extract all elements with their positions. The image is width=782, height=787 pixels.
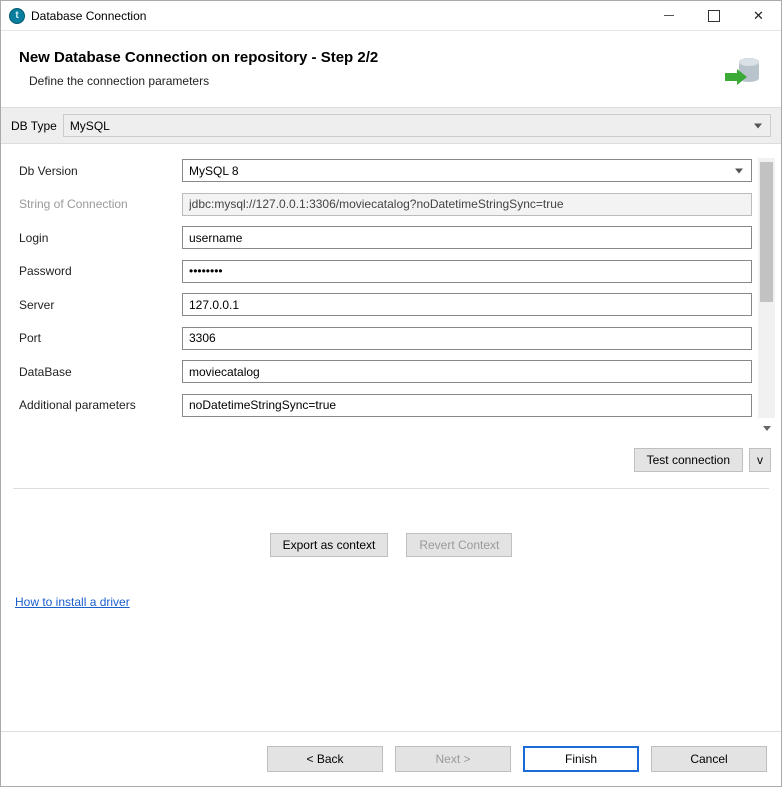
app-icon: t bbox=[9, 8, 25, 24]
password-field[interactable] bbox=[182, 260, 752, 283]
form-area: Db Version MySQL 8 String of Connection … bbox=[1, 144, 781, 430]
password-label: Password bbox=[19, 264, 174, 278]
test-connection-button[interactable]: Test connection bbox=[634, 448, 743, 472]
server-field[interactable] bbox=[182, 293, 752, 316]
test-connection-row: Test connection v bbox=[1, 430, 781, 480]
server-label: Server bbox=[19, 298, 174, 312]
wizard-footer: < Back Next > Finish Cancel bbox=[1, 731, 781, 786]
login-label: Login bbox=[19, 231, 174, 245]
scrollbar-thumb[interactable] bbox=[760, 162, 773, 302]
db-version-value: MySQL 8 bbox=[189, 164, 239, 178]
port-field[interactable] bbox=[182, 327, 752, 350]
db-version-select[interactable]: MySQL 8 bbox=[182, 159, 752, 182]
test-connection-menu-button[interactable]: v bbox=[749, 448, 771, 472]
export-context-button[interactable]: Export as context bbox=[270, 533, 389, 557]
next-button[interactable]: Next > bbox=[395, 746, 511, 772]
divider bbox=[13, 488, 769, 489]
db-type-select[interactable]: MySQL bbox=[63, 114, 771, 137]
db-type-value: MySQL bbox=[70, 119, 110, 133]
install-driver-link[interactable]: How to install a driver bbox=[15, 595, 130, 609]
db-type-label: DB Type bbox=[11, 119, 57, 133]
scrollbar-down-icon[interactable] bbox=[758, 420, 775, 436]
page-subtitle: Define the connection parameters bbox=[19, 74, 721, 88]
login-field[interactable] bbox=[182, 226, 752, 249]
port-label: Port bbox=[19, 331, 174, 345]
back-button[interactable]: < Back bbox=[267, 746, 383, 772]
db-version-label: Db Version bbox=[19, 164, 174, 178]
connection-string-label: String of Connection bbox=[19, 197, 174, 211]
finish-button[interactable]: Finish bbox=[523, 746, 639, 772]
context-row: Export as context Revert Context bbox=[1, 497, 781, 587]
database-icon bbox=[721, 49, 763, 91]
wizard-header: New Database Connection on repository - … bbox=[1, 31, 781, 107]
window-title: Database Connection bbox=[31, 9, 646, 23]
maximize-button[interactable] bbox=[691, 1, 736, 30]
titlebar: t Database Connection bbox=[1, 1, 781, 31]
db-type-row: DB Type MySQL bbox=[1, 107, 781, 144]
window-controls bbox=[646, 1, 781, 30]
page-title: New Database Connection on repository - … bbox=[19, 49, 721, 66]
link-row: How to install a driver bbox=[1, 587, 781, 639]
database-field[interactable] bbox=[182, 360, 752, 383]
database-label: DataBase bbox=[19, 365, 174, 379]
close-button[interactable] bbox=[736, 1, 781, 30]
connection-string-field bbox=[182, 193, 752, 216]
cancel-button[interactable]: Cancel bbox=[651, 746, 767, 772]
revert-context-button[interactable]: Revert Context bbox=[406, 533, 512, 557]
additional-params-field[interactable] bbox=[182, 394, 752, 417]
form-scrollbar[interactable] bbox=[758, 158, 775, 418]
additional-params-label: Additional parameters bbox=[19, 398, 174, 412]
minimize-button[interactable] bbox=[646, 1, 691, 30]
